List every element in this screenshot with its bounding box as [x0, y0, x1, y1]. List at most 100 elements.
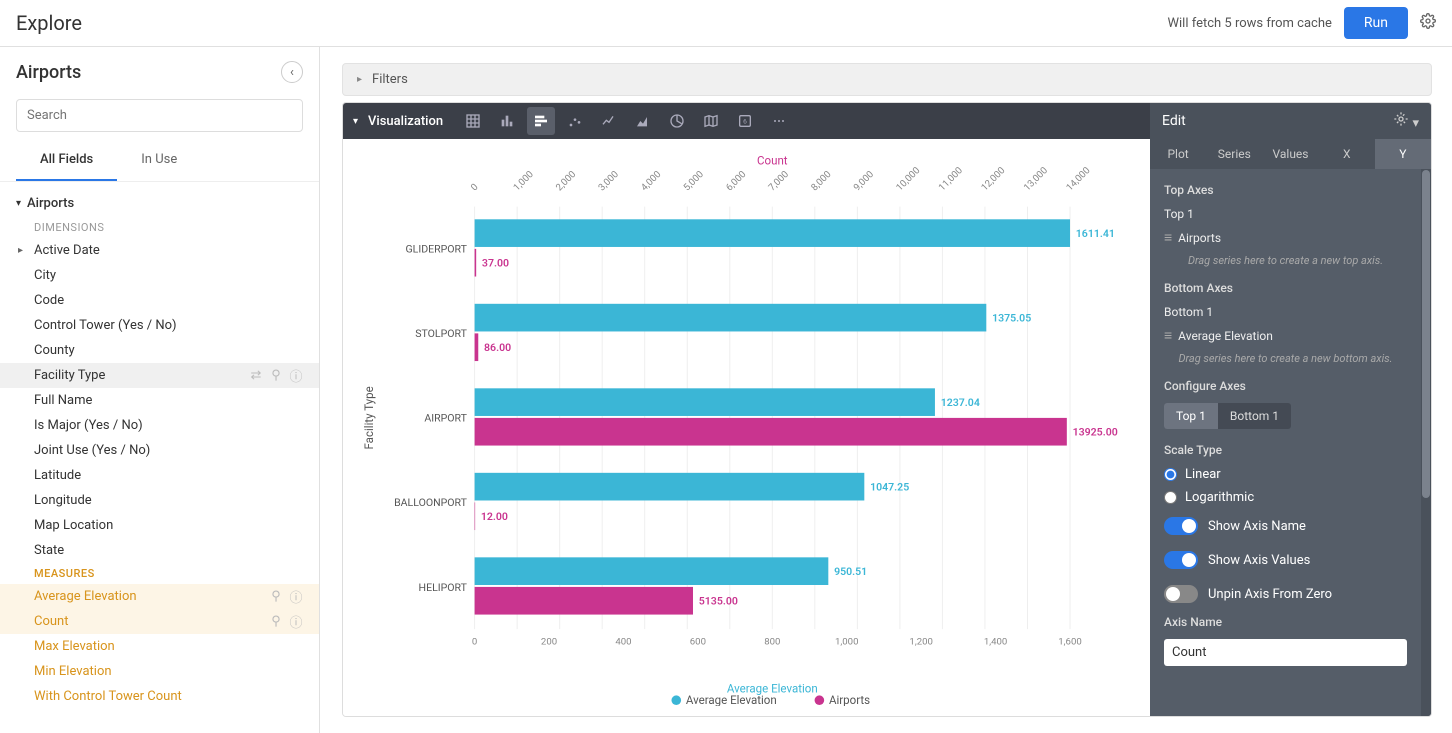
dimension-field[interactable]: Code — [0, 288, 319, 313]
tab-all-fields[interactable]: All Fields — [16, 140, 117, 181]
dimension-field[interactable]: City — [0, 263, 319, 288]
measures-label: MEASURES — [0, 563, 319, 584]
explore-name: Airports — [16, 62, 281, 83]
edit-tab-y[interactable]: Y — [1375, 139, 1431, 169]
svg-text:1611.41: 1611.41 — [1076, 227, 1115, 240]
bottom-axis-name: Bottom 1 — [1164, 301, 1407, 323]
dimension-field[interactable]: Facility Type⇄⚲ⓘ — [0, 363, 319, 388]
svg-text:1375.05: 1375.05 — [992, 311, 1031, 324]
field-group-header[interactable]: Airports — [0, 190, 319, 217]
settings-gear-icon[interactable] — [1420, 13, 1436, 33]
field-sidebar: Airports ‹ All Fields In Use AirportsDIM… — [0, 47, 320, 733]
svg-text:9,000: 9,000 — [852, 169, 876, 193]
svg-text:6,000: 6,000 — [724, 169, 748, 193]
info-icon[interactable]: ⓘ — [289, 615, 303, 629]
filter-icon[interactable]: ⚲ — [269, 369, 283, 383]
svg-text:14,000: 14,000 — [1064, 165, 1092, 193]
measure-field[interactable]: Average Elevation⚲ⓘ — [0, 584, 319, 609]
svg-text:2,000: 2,000 — [554, 169, 578, 193]
pivot-icon[interactable]: ⇄ — [249, 369, 263, 383]
vis-type-area-icon[interactable] — [629, 107, 657, 135]
svg-text:1,600: 1,600 — [1058, 637, 1081, 648]
toggle-show-axis-name[interactable] — [1164, 517, 1198, 535]
radio-linear[interactable]: Linear — [1164, 463, 1407, 486]
measure-field[interactable]: Max Elevation — [0, 634, 319, 659]
svg-text:950.51: 950.51 — [834, 565, 867, 578]
dimension-field[interactable]: Control Tower (Yes / No) — [0, 313, 319, 338]
edit-gear-icon[interactable]: ▾ — [1393, 111, 1419, 131]
fetch-status: Will fetch 5 rows from cache — [1167, 16, 1331, 31]
svg-text:GLIDERPORT: GLIDERPORT — [405, 243, 467, 256]
dimension-field[interactable]: Latitude — [0, 463, 319, 488]
toggle-show-axis-values[interactable] — [1164, 551, 1198, 569]
vis-type-column-icon[interactable] — [493, 107, 521, 135]
field-list: AirportsDIMENSIONSActive DateCityCodeCon… — [0, 182, 319, 733]
edit-tab-x[interactable]: X — [1319, 139, 1375, 169]
chart-canvas: CountAverage ElevationFacility Type01,00… — [343, 139, 1150, 716]
seg-top1[interactable]: Top 1 — [1164, 403, 1218, 429]
chevron-right-icon: ▸ — [357, 74, 362, 85]
vis-type-bar-icon[interactable] — [527, 107, 555, 135]
axis-name-input[interactable] — [1164, 639, 1407, 666]
vis-type-map-icon[interactable] — [697, 107, 725, 135]
toggle-unpin-from-zero[interactable] — [1164, 585, 1198, 603]
svg-text:37.00: 37.00 — [482, 257, 509, 270]
info-icon[interactable]: ⓘ — [289, 590, 303, 604]
filter-icon[interactable]: ⚲ — [269, 590, 283, 604]
dimension-field[interactable]: Map Location — [0, 513, 319, 538]
dimension-field[interactable]: State — [0, 538, 319, 563]
vis-type-scatter-icon[interactable] — [561, 107, 589, 135]
axis-segment-control: Top 1 Bottom 1 — [1164, 403, 1291, 429]
run-button[interactable]: Run — [1344, 7, 1408, 39]
svg-text:7,000: 7,000 — [767, 169, 791, 193]
svg-text:800: 800 — [764, 637, 780, 648]
top-axis-series[interactable]: ≡Airports — [1164, 225, 1407, 250]
collapse-sidebar-button[interactable]: ‹ — [281, 61, 303, 83]
svg-text:5,000: 5,000 — [682, 169, 706, 193]
vis-type-more-icon[interactable] — [765, 107, 793, 135]
svg-text:11,000: 11,000 — [937, 165, 965, 193]
svg-text:4,000: 4,000 — [639, 169, 663, 193]
svg-text:Airports: Airports — [829, 693, 870, 706]
radio-logarithmic[interactable]: Logarithmic — [1164, 486, 1407, 509]
seg-bottom1[interactable]: Bottom 1 — [1218, 403, 1291, 429]
edit-tab-plot[interactable]: Plot — [1150, 139, 1206, 169]
vis-type-single-value-icon[interactable]: 6 — [731, 107, 759, 135]
top-axis-name: Top 1 — [1164, 203, 1407, 225]
drag-hint-top: Drag series here to create a new top axi… — [1164, 250, 1407, 277]
dimension-field[interactable]: County — [0, 338, 319, 363]
measure-field[interactable]: With Control Tower Count — [0, 684, 319, 709]
bottom-axis-series[interactable]: ≡Average Elevation — [1164, 323, 1407, 348]
svg-text:400: 400 — [615, 637, 631, 648]
vis-type-table-icon[interactable] — [459, 107, 487, 135]
svg-text:1,000: 1,000 — [835, 637, 858, 648]
svg-text:0: 0 — [469, 182, 481, 194]
dimension-field[interactable]: Is Major (Yes / No) — [0, 413, 319, 438]
drag-hint-bottom: Drag series here to create a new bottom … — [1164, 348, 1407, 375]
dimension-field[interactable]: Active Date — [0, 238, 319, 263]
measure-field[interactable]: Count⚲ⓘ — [0, 609, 319, 634]
bottom-axes-label: Bottom Axes — [1164, 281, 1407, 295]
vis-type-pie-icon[interactable] — [663, 107, 691, 135]
svg-text:8,000: 8,000 — [809, 169, 833, 193]
dimension-field[interactable]: Joint Use (Yes / No) — [0, 438, 319, 463]
svg-text:13925.00: 13925.00 — [1073, 426, 1118, 439]
drag-handle-icon: ≡ — [1164, 229, 1172, 246]
edit-tab-series[interactable]: Series — [1206, 139, 1262, 169]
edit-tab-values[interactable]: Values — [1262, 139, 1318, 169]
tab-in-use[interactable]: In Use — [117, 140, 201, 181]
dimensions-label: DIMENSIONS — [0, 217, 319, 238]
vis-type-line-icon[interactable] — [595, 107, 623, 135]
visualization-label: Visualization — [368, 114, 443, 129]
svg-text:Count: Count — [757, 153, 788, 167]
search-input[interactable] — [16, 99, 303, 132]
scale-type-label: Scale Type — [1164, 443, 1407, 457]
filter-icon[interactable]: ⚲ — [269, 615, 283, 629]
dimension-field[interactable]: Longitude — [0, 488, 319, 513]
dimension-field[interactable]: Full Name — [0, 388, 319, 413]
filters-panel-header[interactable]: ▸ Filters — [342, 63, 1432, 96]
info-icon[interactable]: ⓘ — [289, 369, 303, 383]
edit-scrollbar[interactable] — [1421, 169, 1431, 716]
svg-text:1047.25: 1047.25 — [870, 480, 909, 493]
measure-field[interactable]: Min Elevation — [0, 659, 319, 684]
